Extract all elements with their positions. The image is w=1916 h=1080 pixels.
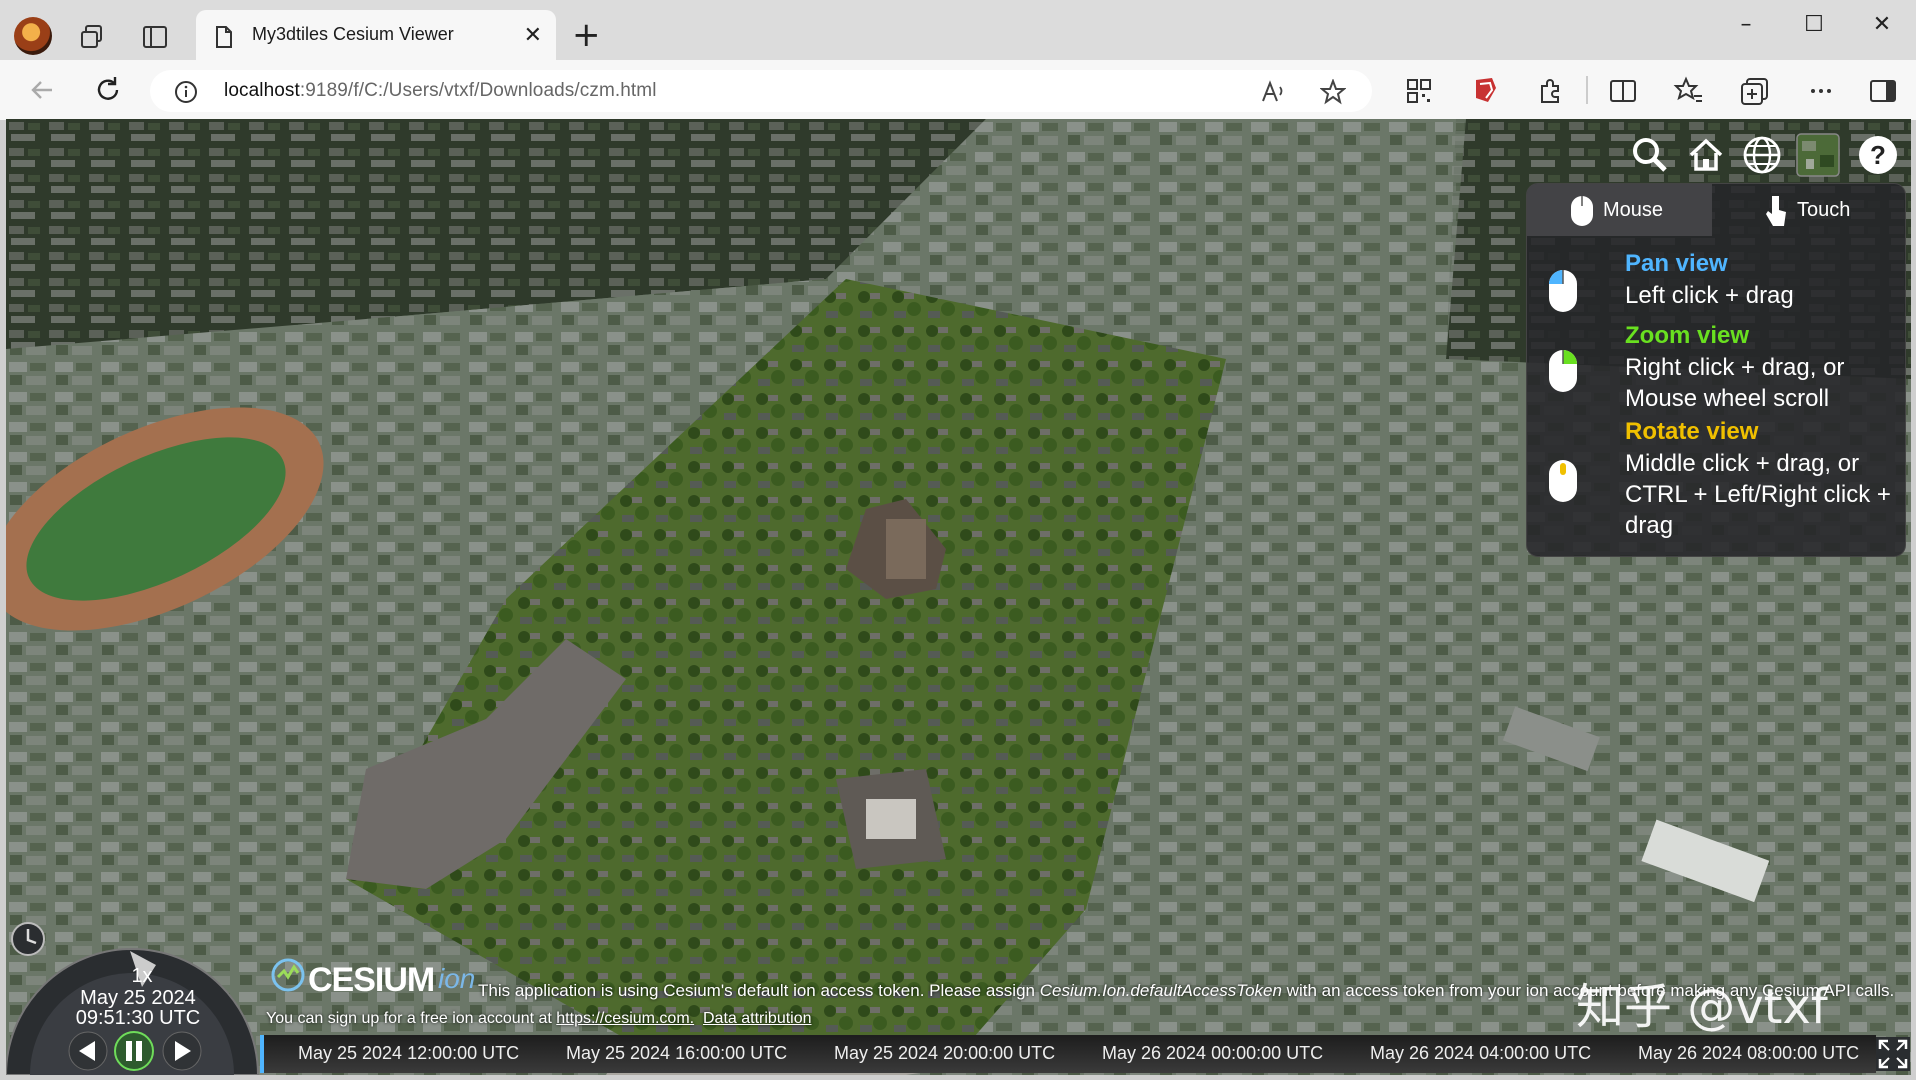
notice-token: Cesium.Ion.defaultAccessToken	[1039, 981, 1282, 1000]
base-layer-picker-button[interactable]	[1794, 131, 1842, 179]
touch-hand-icon	[1766, 196, 1786, 226]
refresh-button-icon[interactable]	[92, 74, 124, 106]
help-rotate-view: Rotate view Middle click + drag, or CTRL…	[1547, 418, 1897, 539]
rotate-view-desc: Middle click + drag, or CTRL + Left/Righ…	[1625, 450, 1891, 539]
rotate-view-title: Rotate view	[1625, 418, 1759, 445]
svg-text:?: ?	[1870, 140, 1886, 170]
zoom-view-title: Zoom view	[1625, 322, 1750, 349]
play-reverse-button[interactable]	[68, 1031, 108, 1071]
maximize-button[interactable]: ☐	[1794, 12, 1834, 48]
cesium-logo-icon[interactable]	[270, 957, 306, 993]
tab-close-icon[interactable]: ✕	[524, 23, 542, 48]
new-tab-button[interactable]: +	[572, 18, 601, 52]
pause-button[interactable]	[114, 1031, 154, 1071]
scene-mode-picker-button[interactable]	[1738, 131, 1786, 179]
read-aloud-icon[interactable]	[1260, 79, 1286, 105]
qr-code-icon[interactable]	[1402, 74, 1436, 108]
vertical-tabs-icon[interactable]	[140, 22, 170, 52]
geocoder-search-button[interactable]	[1626, 131, 1674, 179]
sidebar-toggle-icon[interactable]	[1866, 74, 1900, 108]
page-icon	[216, 26, 232, 48]
workspaces-icon[interactable]	[78, 22, 108, 52]
navigation-help-button[interactable]: ?	[1854, 131, 1902, 179]
back-button-icon[interactable]	[26, 74, 58, 106]
mouse-middle-click-icon	[1549, 460, 1577, 502]
tab-mouse-label: Mouse	[1603, 199, 1664, 221]
data-attribution-link[interactable]: Data attribution	[703, 1010, 812, 1027]
notice-prefix: This application is using Cesium's defau…	[478, 981, 1040, 1000]
help-zoom-view: Zoom view Right click + drag, or Mouse w…	[1547, 322, 1897, 412]
browser-addressbar: localhost:9189/f/C:/Users/vtxf/Downloads…	[0, 60, 1916, 120]
globe-icon	[1743, 136, 1781, 174]
timeline-bar[interactable]: May 25 2024 12:00:00 UTC May 25 2024 16:…	[260, 1035, 1876, 1073]
tab-mouse[interactable]: Mouse	[1527, 184, 1712, 236]
signup-prefix: You can sign up for a free ion account a…	[266, 1010, 557, 1027]
cesium-ion-logo-text[interactable]: ion	[438, 963, 475, 995]
animation-time: 09:51:30 UTC	[75, 1007, 201, 1029]
tab-touch[interactable]: Touch	[1713, 184, 1898, 236]
cesium-signup-link[interactable]: https://cesium.com.	[556, 1010, 694, 1027]
timeline-tick: May 25 2024 16:00:00 UTC	[566, 1043, 788, 1063]
play-forward-button[interactable]	[162, 1031, 202, 1071]
tab-title: My3dtiles Cesium Viewer	[252, 24, 454, 44]
help-question-icon: ?	[1859, 136, 1897, 174]
split-screen-icon[interactable]	[1606, 74, 1640, 108]
timeline-tick: May 26 2024 04:00:00 UTC	[1370, 1043, 1592, 1063]
pan-view-desc: Left click + drag	[1625, 282, 1794, 309]
mouse-right-click-icon	[1549, 350, 1577, 392]
minimize-button[interactable]: –	[1726, 12, 1766, 48]
more-options-icon[interactable]	[1804, 74, 1838, 108]
favorites-icon[interactable]	[1672, 74, 1706, 108]
mouse-icon	[1571, 196, 1593, 226]
url-host: localhost	[224, 80, 300, 101]
browser-tab-active[interactable]: My3dtiles Cesium Viewer ✕	[196, 10, 556, 60]
pan-view-title: Pan view	[1625, 250, 1728, 277]
favorite-star-icon[interactable]	[1320, 79, 1346, 105]
help-pan-view: Pan view Left click + drag	[1547, 250, 1897, 316]
timeline-needle[interactable]	[260, 1035, 264, 1073]
tab-touch-label: Touch	[1797, 199, 1851, 221]
timeline-tick: May 26 2024 00:00:00 UTC	[1102, 1043, 1324, 1063]
mouse-left-click-icon	[1549, 270, 1577, 312]
zhihu-watermark: 知乎 @vtxf	[1576, 979, 1828, 1035]
timeline-tick: May 25 2024 20:00:00 UTC	[834, 1043, 1056, 1063]
navigation-help-panel: Mouse Touch Pan view Left click + drag Z…	[1526, 183, 1906, 557]
url-path: :9189/f/C:/Users/vtxf/Downloads/czm.html	[299, 80, 657, 101]
imagery-layer-icon	[1796, 133, 1840, 177]
search-icon	[1633, 138, 1667, 172]
url-text[interactable]: localhost:9189/f/C:/Users/vtxf/Downloads…	[224, 80, 657, 102]
fullscreen-button-icon[interactable]	[1876, 1037, 1910, 1071]
close-window-button[interactable]: ✕	[1862, 12, 1902, 48]
collections-icon[interactable]	[1738, 74, 1772, 108]
cesium-viewer[interactable]: ? Mouse Touch Pan view Left click + drag…	[6, 119, 1911, 1075]
home-icon	[1689, 138, 1723, 171]
profile-avatar-icon[interactable]	[14, 17, 52, 55]
cesium-logo-text[interactable]: CESIUM	[308, 961, 435, 1000]
extension-shield-icon[interactable]	[1468, 74, 1502, 108]
site-info-icon[interactable]	[174, 80, 198, 104]
timeline-tick: May 26 2024 08:00:00 UTC	[1638, 1043, 1860, 1063]
animation-speed: 1x	[131, 965, 153, 987]
zoom-view-desc: Right click + drag, or Mouse wheel scrol…	[1625, 354, 1845, 412]
toolbar-divider	[1586, 76, 1588, 104]
browser-titlebar: My3dtiles Cesium Viewer ✕ + – ☐ ✕	[0, 0, 1916, 60]
address-bar-input[interactable]: localhost:9189/f/C:/Users/vtxf/Downloads…	[150, 70, 1372, 112]
home-view-button[interactable]	[1682, 131, 1730, 179]
extensions-puzzle-icon[interactable]	[1534, 74, 1568, 108]
timeline-tick: May 25 2024 12:00:00 UTC	[298, 1043, 520, 1063]
signup-notice: You can sign up for a free ion account a…	[266, 1010, 812, 1028]
